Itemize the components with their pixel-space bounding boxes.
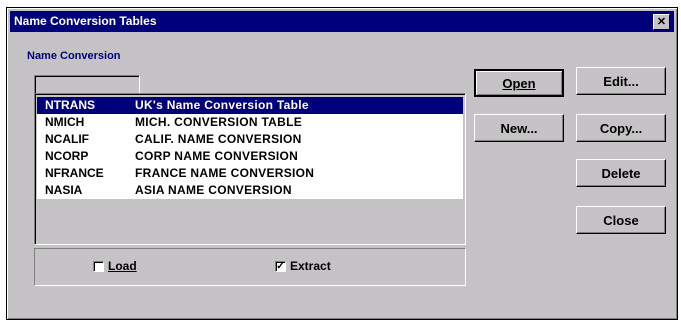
row-name: CORP NAME CONVERSION [135, 149, 299, 163]
row-name: UK's Name Conversion Table [135, 98, 309, 112]
row-code: NCORP [45, 149, 89, 163]
delete-button[interactable]: Delete [576, 159, 666, 187]
extract-checkbox-box[interactable]: ✓ [275, 260, 286, 272]
list-item-nasia[interactable]: NASIA ASIA NAME CONVERSION [37, 182, 463, 199]
copy-button-label: Copy... [599, 120, 643, 136]
close-button[interactable]: Close [576, 206, 666, 234]
window-title: Name Conversion Tables [14, 14, 157, 28]
list-item-nmich[interactable]: NMICH MICH. CONVERSION TABLE [37, 114, 463, 131]
conversion-table-list[interactable]: NTRANS UK's Name Conversion Table NMICH … [34, 93, 466, 245]
new-button-label: New... [500, 120, 538, 136]
title-bar[interactable]: Name Conversion Tables ✕ [10, 11, 674, 32]
open-button-label: Open [502, 75, 536, 91]
list-item-ncalif[interactable]: NCALIF CALIF. NAME CONVERSION [37, 131, 463, 148]
new-button[interactable]: New... [474, 114, 564, 142]
delete-button-label: Delete [601, 165, 641, 181]
open-button[interactable]: Open [474, 69, 564, 97]
extract-checkbox[interactable]: ✓ Extract [275, 259, 331, 273]
row-code: NFRANCE [45, 166, 104, 180]
load-checkbox[interactable]: Load [93, 259, 137, 273]
row-name: CALIF. NAME CONVERSION [135, 132, 302, 146]
row-name: MICH. CONVERSION TABLE [135, 115, 303, 129]
edit-button[interactable]: Edit... [576, 67, 666, 95]
row-code: NTRANS [45, 98, 95, 112]
list-item-ntrans[interactable]: NTRANS UK's Name Conversion Table [37, 97, 463, 114]
row-code: NMICH [45, 115, 85, 129]
row-name: FRANCE NAME CONVERSION [135, 166, 315, 180]
name-conversion-group-label: Name Conversion [27, 50, 121, 62]
extract-checkbox-label: Extract [290, 259, 331, 273]
load-checkbox-label: Load [108, 259, 137, 273]
close-window-icon[interactable]: ✕ [653, 14, 670, 30]
conversion-table-rows: NTRANS UK's Name Conversion Table NMICH … [37, 97, 463, 199]
list-item-ncorp[interactable]: NCORP CORP NAME CONVERSION [37, 148, 463, 165]
edit-button-label: Edit... [603, 73, 639, 89]
load-checkbox-box[interactable] [93, 260, 104, 272]
close-button-label: Close [603, 212, 639, 228]
row-code: NCALIF [45, 132, 89, 146]
copy-button[interactable]: Copy... [576, 114, 666, 142]
list-item-nfrance[interactable]: NFRANCE FRANCE NAME CONVERSION [37, 165, 463, 182]
row-name: ASIA NAME CONVERSION [135, 183, 292, 197]
row-code: NASIA [45, 183, 83, 197]
options-panel: Load ✓ Extract [34, 248, 466, 286]
name-conversion-dialog: Name Conversion Tables ✕ Name Conversion… [6, 7, 678, 320]
